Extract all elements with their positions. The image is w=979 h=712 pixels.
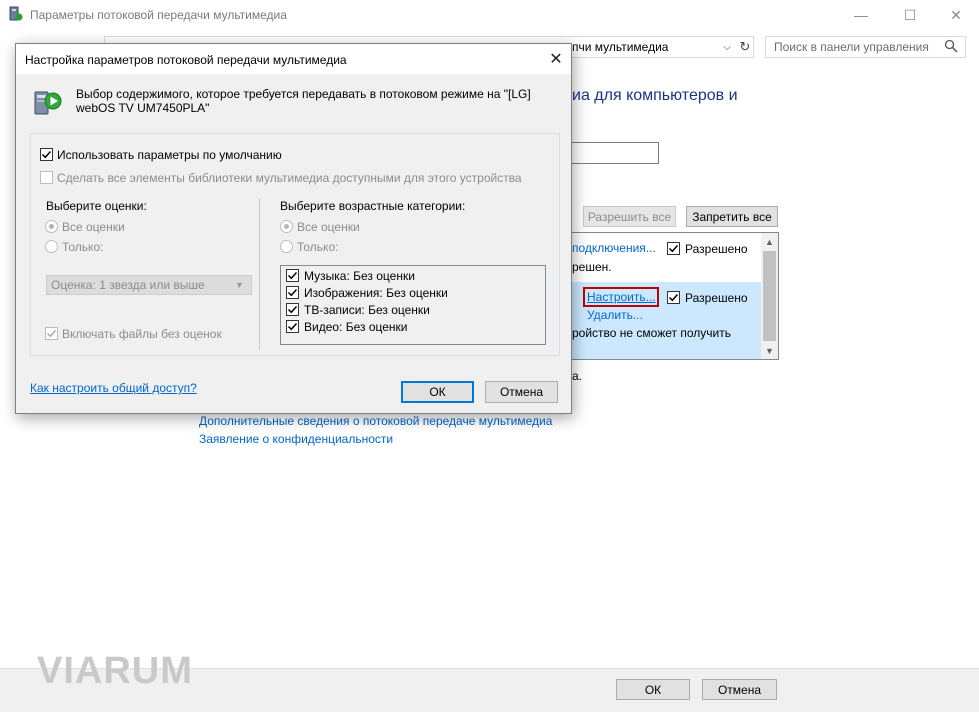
close-window-button[interactable]: ✕ (933, 0, 979, 30)
dialog-description: Выбор содержимого, которое требуется пер… (76, 87, 531, 115)
category-music-checkbox[interactable] (286, 269, 299, 282)
refresh-icon[interactable]: ↻ (736, 36, 754, 58)
ratings-only-label: Только: (62, 240, 104, 254)
more-info-link[interactable]: Дополнительные сведения о потоковой пере… (199, 414, 552, 428)
parental-all-label: Все оценки (297, 220, 360, 234)
make-all-available-checkbox[interactable] (40, 171, 53, 184)
device-1-status: Разрешено (685, 242, 748, 256)
device-1-link[interactable]: подключения... (572, 241, 656, 255)
category-video-checkbox[interactable] (286, 320, 299, 333)
block-all-button[interactable]: Запретить все (686, 206, 778, 227)
include-unrated-checkbox[interactable] (45, 327, 58, 340)
device-1-subtext: решен. (572, 260, 612, 274)
media-device-icon (34, 91, 62, 115)
privacy-link[interactable]: Заявление о конфиденциальности (199, 432, 393, 446)
address-text: пчи мультимедиа (572, 40, 669, 54)
parental-all-radio[interactable] (280, 220, 293, 233)
ratings-heading: Выберите оценки: (46, 199, 147, 213)
address-dropdown-icon[interactable]: ⌵ (719, 36, 735, 58)
column-divider (259, 198, 260, 350)
media-streaming-app-icon (9, 6, 23, 21)
library-name-input[interactable] (569, 142, 659, 164)
device-2-subtext: ройство не сможет получить (572, 326, 731, 340)
customize-streaming-dialog: Настройка параметров потоковой передачи … (15, 43, 572, 414)
use-defaults-label: Использовать параметры по умолчанию (57, 148, 282, 162)
help-link[interactable]: Как настроить общий доступ? (30, 381, 197, 395)
ratings-only-radio[interactable] (45, 240, 58, 253)
parental-only-label: Только: (297, 240, 339, 254)
include-unrated-label: Включать файлы без оценок (62, 327, 222, 341)
allow-all-button[interactable]: Разрешить все (583, 206, 676, 227)
dialog-cancel-button[interactable]: Отмена (485, 381, 558, 403)
parental-only-radio[interactable] (280, 240, 293, 253)
window-title: Параметры потоковой передачи мультимедиа (30, 8, 287, 22)
window-ok-button[interactable]: ОК (616, 679, 690, 700)
minimize-button[interactable]: — (838, 0, 884, 30)
page-heading: иа для компьютеров и (572, 87, 738, 104)
watermark: VIARUM (37, 650, 193, 692)
maximize-button[interactable]: ☐ (887, 0, 933, 30)
configure-link[interactable]: Настроить... (587, 290, 656, 304)
scroll-down-icon[interactable]: ▼ (761, 342, 778, 359)
use-defaults-checkbox[interactable] (40, 148, 53, 161)
search-placeholder: Поиск в панели управления (774, 40, 929, 54)
ratings-all-radio[interactable] (45, 220, 58, 233)
delete-link[interactable]: Удалить... (587, 308, 643, 322)
category-music-label: Музыка: Без оценки (304, 269, 415, 283)
text-fragment: а. (572, 369, 583, 383)
search-icon[interactable] (944, 39, 958, 53)
device-2-allowed-checkbox[interactable] (667, 291, 680, 304)
category-tv-label: ТВ-записи: Без оценки (304, 303, 430, 317)
dialog-close-icon[interactable]: ✕ (541, 44, 571, 74)
category-video-label: Видео: Без оценки (304, 320, 408, 334)
dialog-title: Настройка параметров потоковой передачи … (25, 53, 347, 67)
scrollbar-thumb[interactable] (763, 251, 776, 341)
star-rating-combo[interactable]: Оценка: 1 звезда или выше (46, 275, 252, 295)
scroll-up-icon[interactable]: ▲ (761, 233, 778, 250)
parental-heading: Выберите возрастные категории: (280, 199, 466, 213)
ratings-all-label: Все оценки (62, 220, 125, 234)
dialog-ok-button[interactable]: ОК (401, 381, 474, 403)
category-images-label: Изображения: Без оценки (304, 286, 448, 300)
make-all-available-label: Сделать все элементы библиотеки мультиме… (57, 171, 522, 185)
device-1-allowed-checkbox[interactable] (667, 242, 680, 255)
window-cancel-button[interactable]: Отмена (702, 679, 777, 700)
chevron-down-icon: ▼ (235, 280, 244, 290)
category-tv-checkbox[interactable] (286, 303, 299, 316)
category-images-checkbox[interactable] (286, 286, 299, 299)
device-2-status: Разрешено (685, 291, 748, 305)
